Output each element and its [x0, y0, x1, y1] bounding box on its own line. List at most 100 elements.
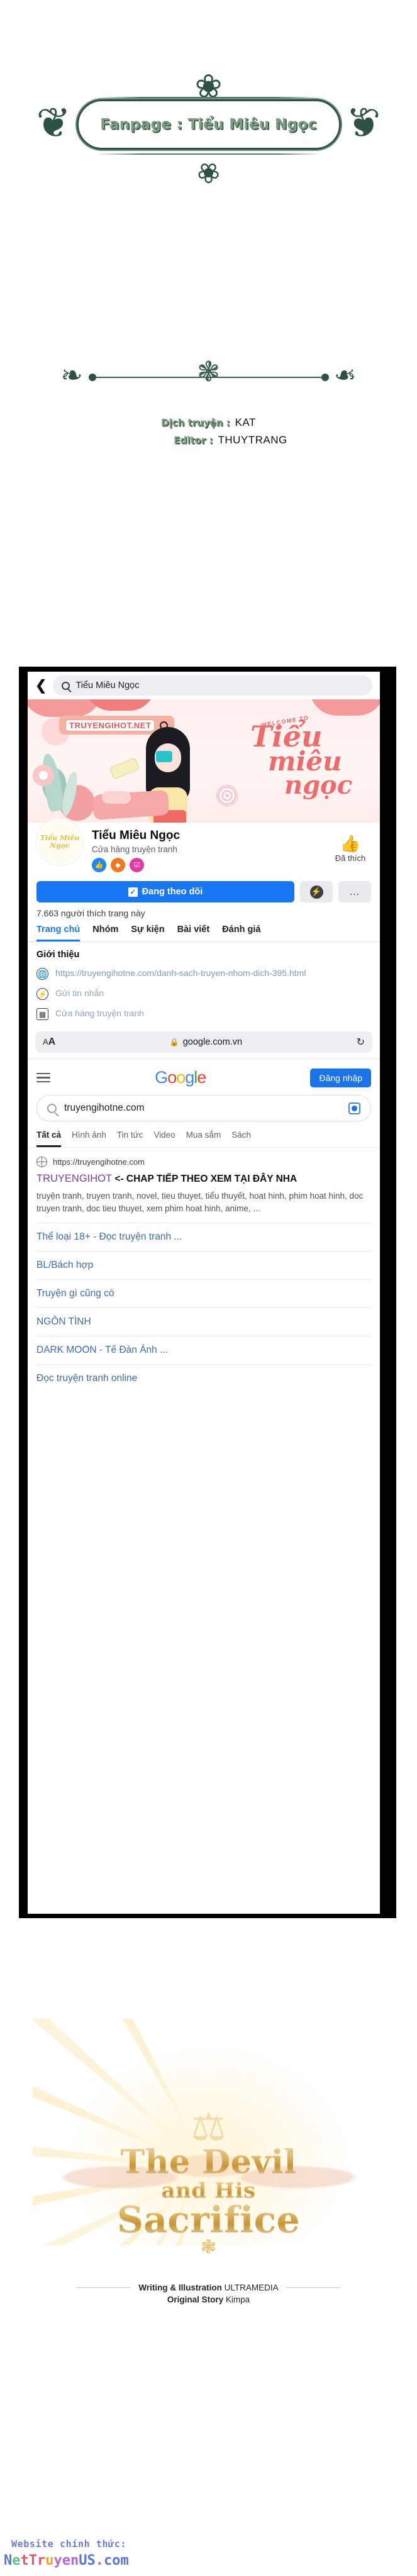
credit-row-writing: Writing & Illustration ULTRAMEDIA: [0, 2283, 417, 2292]
fanpage-ornament-frame: ❀ ❦ ❦ ❀ Fanpage : Tiểu Miêu Ngọc: [33, 69, 385, 188]
gtab-tat-ca[interactable]: Tất cả: [36, 1130, 62, 1147]
gtab-tin-tuc[interactable]: Tin tức: [117, 1130, 143, 1147]
cover-lollipop: [216, 785, 238, 806]
tab-su-kien[interactable]: Sự kiện: [131, 924, 164, 941]
google-header: Google Đăng nhập: [28, 1059, 380, 1092]
facebook-intro-section: Giới thiệu 🌐 https://truyengihotne.com/d…: [28, 942, 380, 1030]
google-search-query: truyengihotne.com: [64, 1102, 145, 1113]
like-button-label: Đã thích: [335, 853, 366, 863]
google-search-input[interactable]: truyengihotne.com: [36, 1095, 371, 1121]
intro-row-store[interactable]: ▦ Cửa hàng truyện tranh: [36, 1008, 371, 1020]
page-title: Tiểu Miêu Ngọc: [92, 829, 181, 842]
tab-nhom[interactable]: Nhóm: [92, 924, 118, 941]
flourish-divider: ❧ ❧ ❃: [61, 358, 357, 396]
tab-danh-gia[interactable]: Đánh giá: [222, 924, 260, 941]
site-part-r: r: [37, 2553, 46, 2568]
intro-store-label: Cửa hàng truyện tranh: [55, 1008, 144, 1018]
like-button[interactable]: 👍 Đã thích: [331, 835, 370, 863]
translator-credit-row: Dịch truyện : KAT: [0, 416, 417, 429]
messenger-icon: ⚡: [36, 988, 48, 1000]
safari-address-bar[interactable]: AA 🔒 google.com.vn ↻: [35, 1031, 372, 1053]
gtab-video[interactable]: Video: [153, 1130, 175, 1147]
result-url: https://truyengihotne.com: [53, 1157, 145, 1167]
gtab-sach[interactable]: Sách: [231, 1130, 251, 1147]
ornament-bottom-icon: ❀: [197, 157, 220, 188]
result-title-brand: TRUYENGIHOT: [36, 1173, 112, 1184]
avatar[interactable]: Tiểu Miêu Ngọc: [36, 819, 83, 865]
google-search-page: Google Đăng nhập truyengihotne.com Tất c…: [28, 1059, 380, 1397]
facebook-action-buttons: ✓ Đang theo dõi ⚡ …: [28, 876, 380, 902]
result-title[interactable]: TRUYENGIHOT <- CHAP TIẾP THEO XEM TẠI ĐÂ…: [36, 1172, 371, 1185]
sitelink-5[interactable]: DARK MOON - Tế Đàn Ánh ...: [36, 1336, 371, 1365]
intro-row-website[interactable]: 🌐 https://truyengihotne.com/danh-sach-tr…: [36, 967, 371, 980]
site-part-US: US: [79, 2553, 96, 2568]
facebook-page-identity: Tiểu Miêu Ngọc Tiểu Miêu Ngọc Cửa hàng t…: [28, 819, 380, 876]
address-bar-url: google.com.vn: [182, 1037, 243, 1047]
chevron-left-icon[interactable]: ❮: [35, 679, 47, 692]
original-story-credit: Original Story Kimpa: [0, 2295, 417, 2304]
facebook-search-input[interactable]: Tiểu Miêu Ngọc: [53, 675, 372, 696]
sitelink-1[interactable]: Thể loại 18+ - Đọc truyện tranh ...: [36, 1223, 371, 1252]
editor-credit-row: Editor : THUYTRANG: [0, 434, 417, 447]
messenger-button[interactable]: ⚡: [300, 881, 333, 902]
translator-name: KAT: [235, 416, 256, 428]
follow-button[interactable]: ✓ Đang theo dõi: [36, 881, 294, 902]
facebook-search-query: Tiểu Miêu Ngọc: [75, 680, 140, 691]
thumbs-up-icon: 👍: [340, 834, 361, 853]
text-size-icon[interactable]: AA: [43, 1036, 55, 1048]
gtab-hinh-anh[interactable]: Hình ảnh: [72, 1130, 106, 1147]
divider-knot-icon: ❃: [197, 356, 220, 388]
ornament-bottom-rule: [95, 153, 322, 155]
globe-icon: 🌐: [36, 968, 48, 980]
original-story-label: Original Story: [167, 2295, 224, 2304]
lock-icon: 🔒: [169, 1038, 179, 1046]
page-identity-body: Tiểu Miêu Ngọc Cửa hàng truyện tranh 👍 ◆…: [92, 829, 371, 872]
sitelink-3[interactable]: Truyện gì cũng có: [36, 1280, 371, 1309]
google-logo: Google: [155, 1068, 206, 1087]
google-lens-icon[interactable]: [348, 1102, 360, 1114]
google-sitelinks: Thể loại 18+ - Đọc truyện tranh ... BL/B…: [36, 1223, 371, 1392]
globe-icon: [36, 1157, 47, 1167]
ellipsis-icon: …: [349, 885, 360, 897]
title-card-credits: Writing & Illustration ULTRAMEDIA Origin…: [0, 2283, 417, 2304]
phone-screenshot: ❮ Tiểu Miêu Ngọc TRUYENGIHOT.NET WELCOME…: [19, 667, 396, 1918]
ornament-top-icon: ❀: [194, 69, 223, 105]
gtab-mua-sam[interactable]: Mua sắm: [186, 1130, 221, 1147]
footer-watermark-section: Website chính thức: NetTruyenUS.com: [0, 2501, 417, 2576]
tab-trang-chu[interactable]: Trang chủ: [36, 924, 81, 941]
address-bar-host[interactable]: 🔒 google.com.vn: [170, 1037, 242, 1047]
sign-in-button[interactable]: Đăng nhập: [310, 1068, 371, 1087]
site-part-T: T: [28, 2553, 37, 2568]
orange-badge-icon: ◆: [111, 858, 125, 872]
more-options-button[interactable]: …: [338, 881, 371, 902]
google-result-tabs: Tất cả Hình ảnh Tin tức Video Mua sắm Sá…: [28, 1121, 380, 1148]
reload-icon[interactable]: ↻: [357, 1036, 365, 1048]
safari-divider: [28, 1053, 380, 1059]
follow-button-label: Đang theo dõi: [142, 887, 203, 897]
tab-bai-viet[interactable]: Bài viết: [177, 924, 210, 941]
title-card-text: The Devil and His Sacrifice ❃: [0, 2146, 417, 2259]
girl-camera: [156, 751, 172, 762]
title-card-section: ⚖ The Devil and His Sacrifice ❃ Writing …: [0, 1924, 417, 2453]
hamburger-icon[interactable]: [36, 1070, 50, 1085]
ornament-top-rule: [95, 97, 322, 98]
site-watermark[interactable]: NetTruyenUS.com: [4, 2553, 129, 2568]
site-part-e2: e: [62, 2553, 70, 2568]
cover-blob-3: [309, 699, 380, 716]
check-icon: ✓: [128, 887, 138, 897]
divider-dot-left: [88, 374, 96, 381]
intro-row-message[interactable]: ⚡ Gửi tin nhắn: [36, 987, 371, 1000]
intro-heading: Giới thiệu: [36, 950, 80, 960]
fanpage-banner-section: ❀ ❦ ❦ ❀ Fanpage : Tiểu Miêu Ngọc: [0, 0, 417, 252]
title-line-3: Sacrifice: [0, 2201, 417, 2238]
cover-cushion-highlight: [102, 791, 131, 804]
intro-message-label: Gửi tin nhắn: [55, 988, 104, 998]
cover-candy: [109, 757, 140, 780]
pink-badge-icon: ☑: [130, 858, 144, 872]
google-result-item[interactable]: https://truyengihotne.com TRUYENGIHOT <-…: [28, 1148, 380, 1221]
site-part-y: y: [53, 2553, 62, 2568]
facebook-cover-photo[interactable]: TRUYENGIHOT.NET WELCOME TO Tiểu miêu ngọ…: [28, 699, 380, 823]
sitelink-6[interactable]: Đọc truyện tranh online: [36, 1365, 371, 1392]
sitelink-2[interactable]: BL/Bách hợp: [36, 1252, 371, 1280]
sitelink-4[interactable]: NGÔN TÌNH: [36, 1308, 371, 1337]
